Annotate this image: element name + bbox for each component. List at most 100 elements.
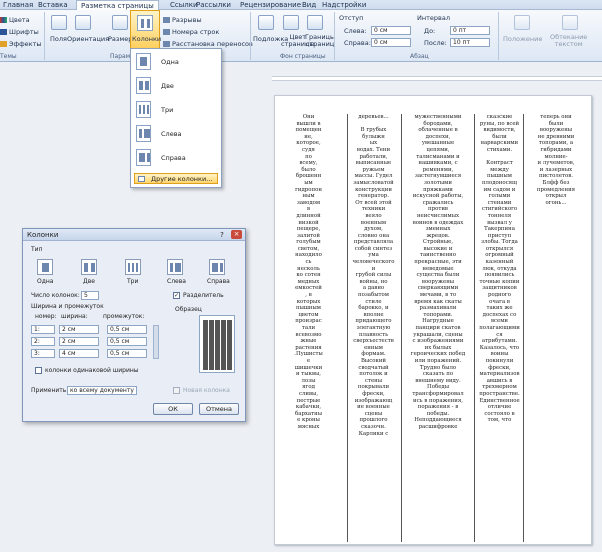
sample-preview-columns xyxy=(203,320,233,370)
orientation-icon[interactable] xyxy=(75,15,91,30)
tab-home[interactable]: Главная xyxy=(3,0,33,10)
hyphenation-icon xyxy=(163,41,170,47)
close-icon[interactable]: × xyxy=(231,230,242,239)
dialog-title: Колонки xyxy=(27,231,59,239)
orientation-button-label[interactable]: Ориентация xyxy=(67,35,109,43)
rows-scrollbar[interactable] xyxy=(153,325,159,359)
watermark-icon[interactable] xyxy=(258,15,274,30)
margins-button-label[interactable]: Поля xyxy=(50,35,67,43)
breaks-button[interactable]: Разрывы xyxy=(163,16,202,24)
menu-item-left-column[interactable]: Слева xyxy=(131,123,221,145)
page-borders-button-label[interactable]: Границы страниц xyxy=(305,34,335,48)
menu-item-right-column[interactable]: Справа xyxy=(131,147,221,169)
column-spacing-input[interactable]: 0,5 см xyxy=(107,349,147,358)
column-number-cell: 1: xyxy=(31,325,55,334)
type-section-label: Тип xyxy=(31,246,43,253)
position-icon[interactable] xyxy=(514,15,530,30)
ribbon-tab-bar: Главная Вставка Разметка страницы Ссылки… xyxy=(0,0,602,10)
separator-checkbox[interactable]: ✓ xyxy=(173,292,180,299)
num-columns-stepper[interactable]: 5 xyxy=(81,291,99,300)
preset-two-icon[interactable] xyxy=(81,259,97,275)
size-button-label[interactable]: Размер xyxy=(108,35,132,43)
menu-item-three-columns[interactable]: Три xyxy=(131,99,221,121)
text-wrap-icon[interactable] xyxy=(562,15,578,30)
column-spacing-input[interactable]: 0,5 см xyxy=(107,325,147,334)
menu-item-two-columns[interactable]: Две xyxy=(131,75,221,97)
column-separator-line xyxy=(523,114,524,542)
one-column-icon xyxy=(136,53,151,70)
theme-fonts-button[interactable]: Шрифты xyxy=(0,28,39,36)
theme-colors-button[interactable]: Цвета xyxy=(0,16,30,24)
column-spacing-input[interactable]: 0,5 см xyxy=(107,337,147,346)
more-columns-menu-item[interactable]: Другие колонки... xyxy=(134,173,218,184)
column-width-input[interactable]: 2 см xyxy=(59,325,99,334)
separator-label: Разделитель xyxy=(183,292,224,299)
spacing-after-label: После: xyxy=(424,39,447,47)
tab-mailings[interactable]: Рассылки xyxy=(196,0,231,10)
document-column-3: мужественными бородами, облаченные в дос… xyxy=(410,114,466,430)
tab-addins[interactable]: Надстройки xyxy=(322,0,366,10)
tab-insert[interactable]: Вставка xyxy=(38,0,68,10)
preset-one-icon[interactable] xyxy=(37,259,53,275)
tab-view[interactable]: Вид xyxy=(302,0,316,10)
dialog-titlebar[interactable]: Колонки ? × xyxy=(23,229,245,241)
apply-to-select[interactable]: ко всему документу xyxy=(67,386,137,395)
document-page[interactable]: Они вышли в помещен ие, которое, судя по… xyxy=(274,95,592,545)
column-width-input[interactable]: 4 см xyxy=(59,349,99,358)
preset-left-icon[interactable] xyxy=(167,259,183,275)
tab-references[interactable]: Ссылки xyxy=(170,0,198,10)
column-separator-line xyxy=(474,114,475,542)
num-columns-label: Число колонок: xyxy=(31,292,80,299)
equal-width-checkbox[interactable] xyxy=(35,367,42,374)
spacing-before-label: До: xyxy=(424,27,436,35)
group-separator xyxy=(334,12,335,60)
preset-left-label: Слева xyxy=(167,278,186,285)
text-wrap-button-label[interactable]: Обтекание текстом xyxy=(550,34,587,48)
size-icon[interactable] xyxy=(112,15,128,30)
hyphenation-button[interactable]: Расстановка переносов xyxy=(163,40,253,48)
column-number-cell: 3: xyxy=(31,349,55,358)
theme-effects-button[interactable]: Эффекты xyxy=(0,40,42,48)
tab-page-layout[interactable]: Разметка страницы xyxy=(76,0,159,10)
new-column-label: Новая колонка xyxy=(183,387,230,394)
column-number-header: номер: xyxy=(35,313,57,320)
menu-item-one-column[interactable]: Одна xyxy=(131,51,221,73)
preset-three-icon[interactable] xyxy=(125,259,141,275)
group-label-themes: Темы xyxy=(0,53,17,60)
left-column-icon xyxy=(136,125,151,142)
line-numbers-button[interactable]: Номера строк xyxy=(163,28,219,36)
help-icon[interactable]: ? xyxy=(218,231,226,239)
group-separator xyxy=(250,12,251,60)
equal-width-label: колонки одинаковой ширины xyxy=(45,367,139,374)
document-column-1: Они вышли в помещен ие, которое, судя по… xyxy=(294,114,323,430)
right-column-icon xyxy=(136,149,151,166)
ribbon: Цвета Шрифты Эффекты Темы Поля Ориентаци… xyxy=(0,10,602,62)
sample-preview xyxy=(199,315,235,373)
group-separator xyxy=(44,12,45,60)
spacing-after-field[interactable]: 10 пт xyxy=(450,38,490,47)
margins-icon[interactable] xyxy=(51,15,67,30)
position-button-label[interactable]: Положение xyxy=(503,35,542,43)
line-numbers-icon xyxy=(163,29,170,35)
group-label-paragraph: Абзац xyxy=(410,53,429,60)
cancel-button[interactable]: Отмена xyxy=(199,403,239,415)
more-columns-icon xyxy=(138,176,145,182)
columns-button[interactable]: Колонки xyxy=(130,10,161,50)
tab-review[interactable]: Рецензирование xyxy=(240,0,301,10)
preset-right-icon[interactable] xyxy=(209,259,225,275)
indent-right-field[interactable]: 0 см xyxy=(371,38,411,47)
ok-button[interactable]: ОК xyxy=(153,403,193,415)
column-width-input[interactable]: 2 см xyxy=(59,337,99,346)
page-color-icon[interactable] xyxy=(283,15,299,30)
columns-dialog: Колонки ? × Тип Одна Две Три Слева Справ… xyxy=(22,228,246,422)
preset-three-label: Три xyxy=(127,278,139,285)
spacing-before-field[interactable]: 0 пт xyxy=(450,26,490,35)
page-borders-icon[interactable] xyxy=(307,15,323,30)
horizontal-ruler[interactable] xyxy=(272,76,602,81)
group-label-page-background: Фон страницы xyxy=(280,53,326,60)
document-column-4: сказские руны, по всей видимости, были в… xyxy=(479,114,520,424)
spacing-label: Интервал xyxy=(417,14,450,22)
new-column-checkbox[interactable] xyxy=(173,387,180,394)
indent-right-label: Справа: xyxy=(344,39,371,47)
indent-left-field[interactable]: 0 см xyxy=(371,26,411,35)
